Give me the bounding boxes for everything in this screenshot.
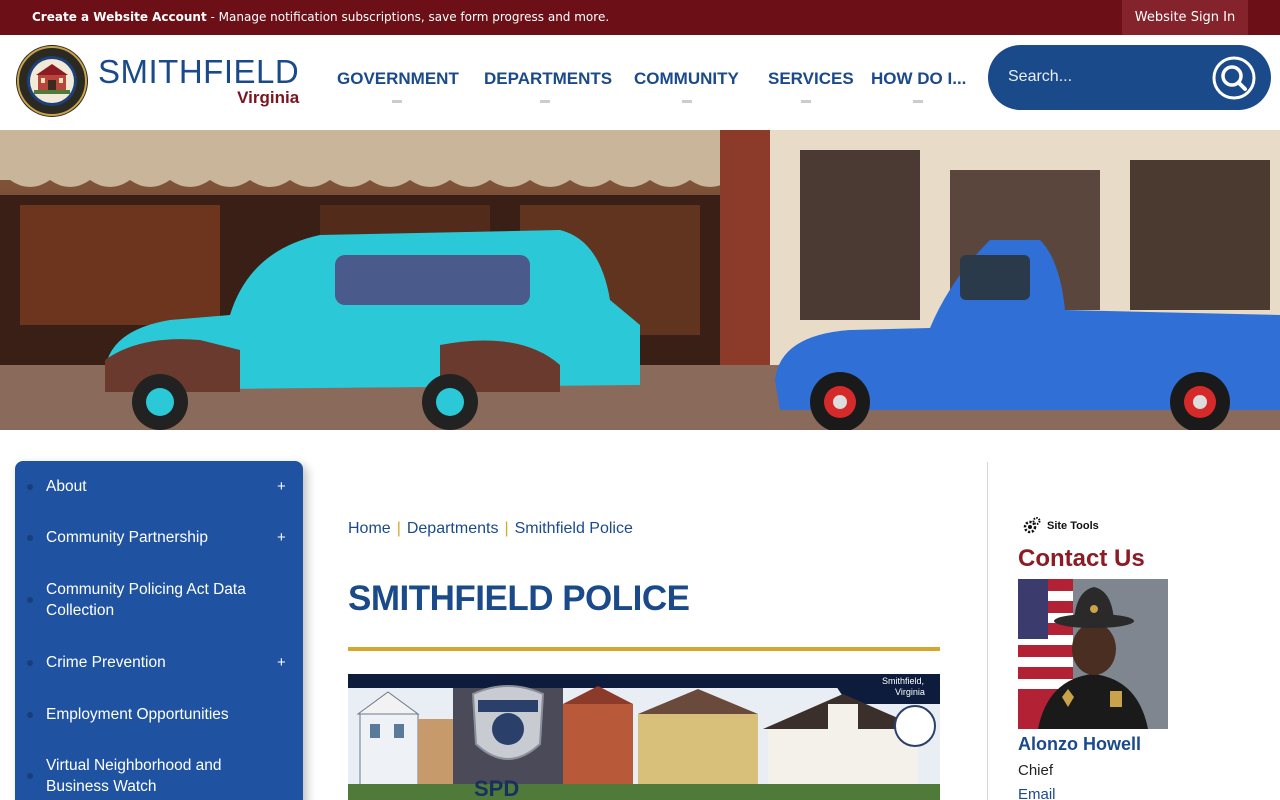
banner-badge-text: SPD <box>474 776 520 800</box>
breadcrumb-home[interactable]: Home <box>348 520 391 537</box>
sidebar-item-community-partnership[interactable]: Community Partnership + <box>15 527 303 548</box>
chief-portrait <box>1018 579 1168 729</box>
sidebar-item-label: About <box>46 478 87 495</box>
police-banner-image: Smithfield, Virginia SPD <box>348 674 940 800</box>
logo-state-name: Virginia <box>237 88 300 107</box>
bullet-icon <box>27 597 33 603</box>
page-title: SMITHFIELD POLICE <box>348 579 690 618</box>
bullet-icon <box>27 535 33 541</box>
breadcrumb-separator: | <box>504 520 509 537</box>
bullet-icon <box>27 773 33 779</box>
breadcrumb-separator: | <box>396 520 401 537</box>
sidebar-item-label: Community Partnership <box>46 529 208 546</box>
nav-how-do-i[interactable]: HOW DO I... <box>871 69 967 103</box>
search-box <box>988 45 1271 110</box>
nav-departments[interactable]: DEPARTMENTS <box>484 69 613 103</box>
sidebar-item-label: Crime Prevention <box>46 654 166 671</box>
nav-community[interactable]: COMMUNITY <box>634 69 739 103</box>
expand-icon[interactable]: + <box>277 527 286 548</box>
police-banner-graphic <box>348 674 940 800</box>
site-header: SMITHFIELD Virginia GOVERNMENT DEPARTMEN… <box>0 35 1280 130</box>
contact-us-heading: Contact Us <box>1018 545 1145 572</box>
nav-departments-label: DEPARTMENTS <box>484 69 613 88</box>
chief-title: Chief <box>1018 762 1054 779</box>
expand-icon[interactable]: + <box>277 652 286 673</box>
bullet-icon <box>27 712 33 718</box>
breadcrumb-current[interactable]: Smithfield Police <box>515 520 633 537</box>
nav-indicator <box>913 100 923 103</box>
nav-community-label: COMMUNITY <box>634 69 739 88</box>
hero-banner-image <box>0 130 1280 430</box>
sidebar-item-virtual-neighborhood-watch[interactable]: Virtual Neighborhood and Business Watch <box>15 755 303 797</box>
create-account-description: - Manage notification subscriptions, sav… <box>206 10 610 24</box>
sidebar-item-employment-opportunities[interactable]: Employment Opportunities <box>15 704 303 725</box>
site-logo-text[interactable]: SMITHFIELD Virginia <box>98 54 299 108</box>
sidebar-item-crime-prevention[interactable]: Crime Prevention + <box>15 652 303 673</box>
chief-portrait-graphic <box>1018 579 1168 729</box>
sidebar-item-community-policing-act[interactable]: Community Policing Act Data Collection <box>15 579 303 621</box>
title-divider <box>348 647 940 651</box>
column-divider <box>987 462 988 800</box>
breadcrumb: Home | Departments | Smithfield Police <box>348 520 633 538</box>
bullet-icon <box>27 660 33 666</box>
site-tools-label: Site Tools <box>1047 520 1099 532</box>
chief-name[interactable]: Alonzo Howell <box>1018 734 1141 755</box>
expand-icon[interactable]: + <box>277 476 286 497</box>
town-seal-logo[interactable] <box>15 44 89 118</box>
banner-location-text-2: Virginia <box>895 687 925 697</box>
side-navigation: About + Community Partnership + Communit… <box>15 461 303 800</box>
breadcrumb-departments[interactable]: Departments <box>407 520 499 537</box>
nav-indicator <box>540 100 550 103</box>
search-icon[interactable] <box>1212 56 1256 100</box>
logo-city-name: SMITHFIELD <box>98 53 300 90</box>
nav-indicator <box>392 100 402 103</box>
gear-icon <box>1023 517 1041 534</box>
nav-indicator <box>801 100 811 103</box>
sidebar-item-label: Virtual Neighborhood and Business Watch <box>46 757 222 795</box>
banner-location-text-1: Smithfield, <box>882 676 925 686</box>
utility-bar: Create a Website Account - Manage notifi… <box>0 0 1280 35</box>
sidebar-item-label: Employment Opportunities <box>46 706 229 723</box>
chief-email-link[interactable]: Email <box>1018 786 1056 800</box>
website-sign-in-button[interactable]: Website Sign In <box>1122 0 1248 35</box>
sidebar-item-label: Community Policing Act Data Collection <box>46 581 246 619</box>
nav-indicator <box>682 100 692 103</box>
nav-government-label: GOVERNMENT <box>337 69 459 88</box>
nav-services[interactable]: SERVICES <box>768 69 854 103</box>
nav-government[interactable]: GOVERNMENT <box>337 69 459 103</box>
nav-how-do-i-label: HOW DO I... <box>871 69 967 88</box>
nav-services-label: SERVICES <box>768 69 854 88</box>
sidebar-item-about[interactable]: About + <box>15 476 303 497</box>
create-account-bold[interactable]: Create a Website Account <box>32 10 207 24</box>
create-account-link[interactable]: Create a Website Account - Manage notifi… <box>32 10 609 24</box>
search-input[interactable] <box>1008 63 1198 91</box>
hero-street-scene <box>0 130 1280 430</box>
bullet-icon <box>27 484 33 490</box>
